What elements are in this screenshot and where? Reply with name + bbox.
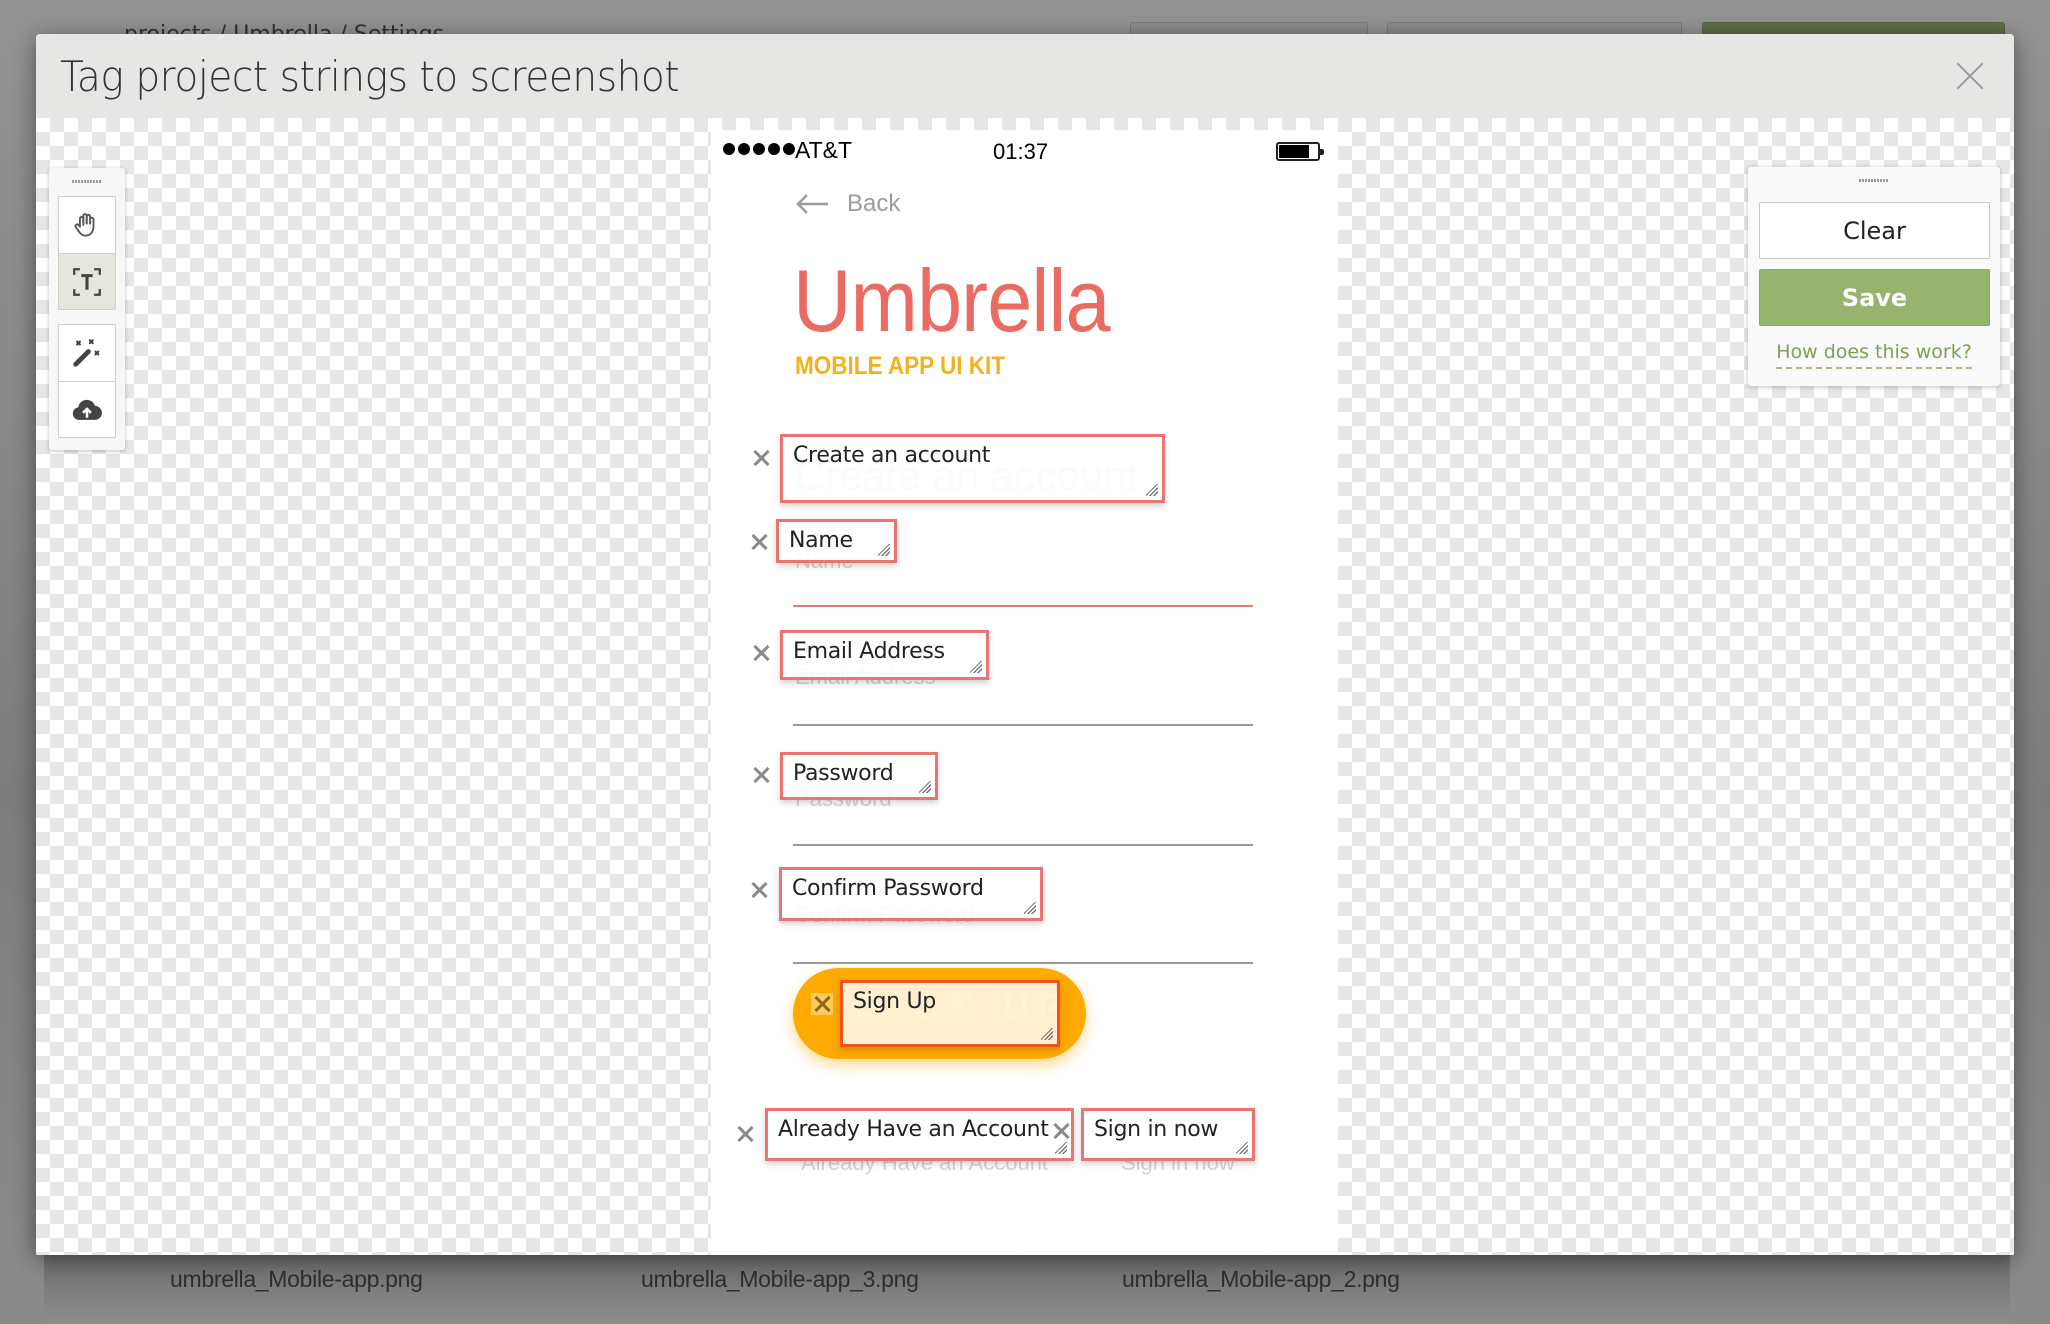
- arrow-left-icon: [796, 194, 828, 214]
- tag-text: Confirm Password: [792, 876, 984, 901]
- modal-header: Tag project strings to screenshot: [36, 34, 2014, 118]
- resize-handle[interactable]: [878, 544, 890, 556]
- modal-title: Tag project strings to screenshot: [60, 52, 680, 101]
- file-name: umbrella_Mobile-app.png: [170, 1266, 423, 1292]
- cloud-upload-icon: [72, 399, 102, 420]
- help-link-text[interactable]: How does this work?: [1776, 341, 1972, 369]
- remove-tag-icon[interactable]: [750, 642, 772, 664]
- tag-sign-up[interactable]: Sign Up: [840, 980, 1060, 1047]
- brand-subtitle: MOBILE APP UI KIT: [795, 352, 1006, 380]
- tool-group: [58, 324, 116, 438]
- clear-button[interactable]: Clear: [1759, 202, 1990, 259]
- screenshot-canvas[interactable]: AT&T 01:37 Back Umbrella MOBILE APP UI K…: [36, 118, 2014, 1255]
- resize-handle[interactable]: [919, 781, 931, 793]
- resize-handle[interactable]: [970, 661, 982, 673]
- magic-wand-icon: [73, 339, 100, 367]
- resize-handle[interactable]: [1024, 902, 1036, 914]
- remove-tag-icon[interactable]: [748, 531, 770, 553]
- tag-text: Already Have an Account: [778, 1117, 1049, 1142]
- tag-text: Email Address: [793, 639, 945, 664]
- mobile-screenshot: AT&T 01:37 Back Umbrella MOBILE APP UI K…: [711, 130, 1338, 1255]
- remove-tag-icon[interactable]: [734, 1123, 756, 1145]
- file-name: umbrella_Mobile-app_2.png: [1122, 1266, 1400, 1292]
- carrier-label: AT&T: [795, 137, 853, 163]
- tool-group: [58, 196, 116, 310]
- close-icon[interactable]: [1954, 60, 1986, 92]
- drag-handle[interactable]: [72, 180, 102, 183]
- hand-icon: [74, 213, 95, 237]
- drag-handle[interactable]: [1859, 179, 1889, 182]
- input-underline: [793, 844, 1253, 846]
- text-select-icon: [73, 267, 101, 296]
- help-link[interactable]: How does this work?: [1748, 341, 2000, 369]
- remove-tag-icon[interactable]: [1050, 1120, 1072, 1142]
- tag-text: Sign in now: [1094, 1117, 1219, 1142]
- battery-icon: [1276, 142, 1324, 161]
- remove-tag-icon[interactable]: [750, 764, 772, 786]
- input-underline: [793, 724, 1253, 726]
- input-underline: [793, 605, 1253, 607]
- back-label: Back: [847, 190, 901, 217]
- tag-create-account[interactable]: Create an account: [780, 434, 1165, 503]
- tag-already-have-account[interactable]: Already Have an Account: [765, 1108, 1074, 1161]
- remove-tag-icon[interactable]: [748, 879, 770, 901]
- tag-confirm-password[interactable]: Confirm Password: [779, 867, 1043, 921]
- tag-email[interactable]: Email Address: [780, 630, 989, 680]
- resize-handle[interactable]: [1055, 1142, 1067, 1154]
- clock-label: 01:37: [993, 139, 1049, 164]
- file-name: umbrella_Mobile-app_3.png: [641, 1266, 919, 1292]
- action-panel[interactable]: Clear Save How does this work?: [1748, 167, 2000, 386]
- tag-strings-modal: Tag project strings to screenshot AT&T 0…: [36, 34, 2014, 1255]
- tag-password[interactable]: Password: [780, 752, 938, 800]
- auto-detect-tool-button[interactable]: [59, 325, 115, 381]
- tag-sign-in-now[interactable]: Sign in now: [1081, 1108, 1255, 1161]
- save-button[interactable]: Save: [1759, 269, 1990, 326]
- remove-tag-icon[interactable]: [750, 447, 772, 469]
- status-bar: AT&T 01:37: [711, 130, 1338, 170]
- tool-palette[interactable]: [49, 168, 125, 450]
- tag-name[interactable]: Name: [776, 519, 897, 563]
- brand-title: Umbrella: [793, 251, 1110, 350]
- tag-text: Password: [793, 761, 894, 786]
- resize-handle[interactable]: [1146, 484, 1158, 496]
- tag-text: Create an account: [793, 443, 991, 468]
- pan-tool-button[interactable]: [59, 197, 115, 253]
- input-underline: [793, 962, 1253, 964]
- tag-text: Name: [789, 528, 853, 553]
- signal-icon: [723, 143, 795, 155]
- back-link: Back: [795, 190, 900, 218]
- text-select-tool-button[interactable]: [59, 253, 115, 309]
- remove-tag-icon[interactable]: [811, 993, 833, 1015]
- tag-text: Sign Up: [853, 989, 936, 1014]
- upload-tool-button[interactable]: [59, 381, 115, 437]
- resize-handle[interactable]: [1236, 1142, 1248, 1154]
- resize-handle[interactable]: [1041, 1028, 1053, 1040]
